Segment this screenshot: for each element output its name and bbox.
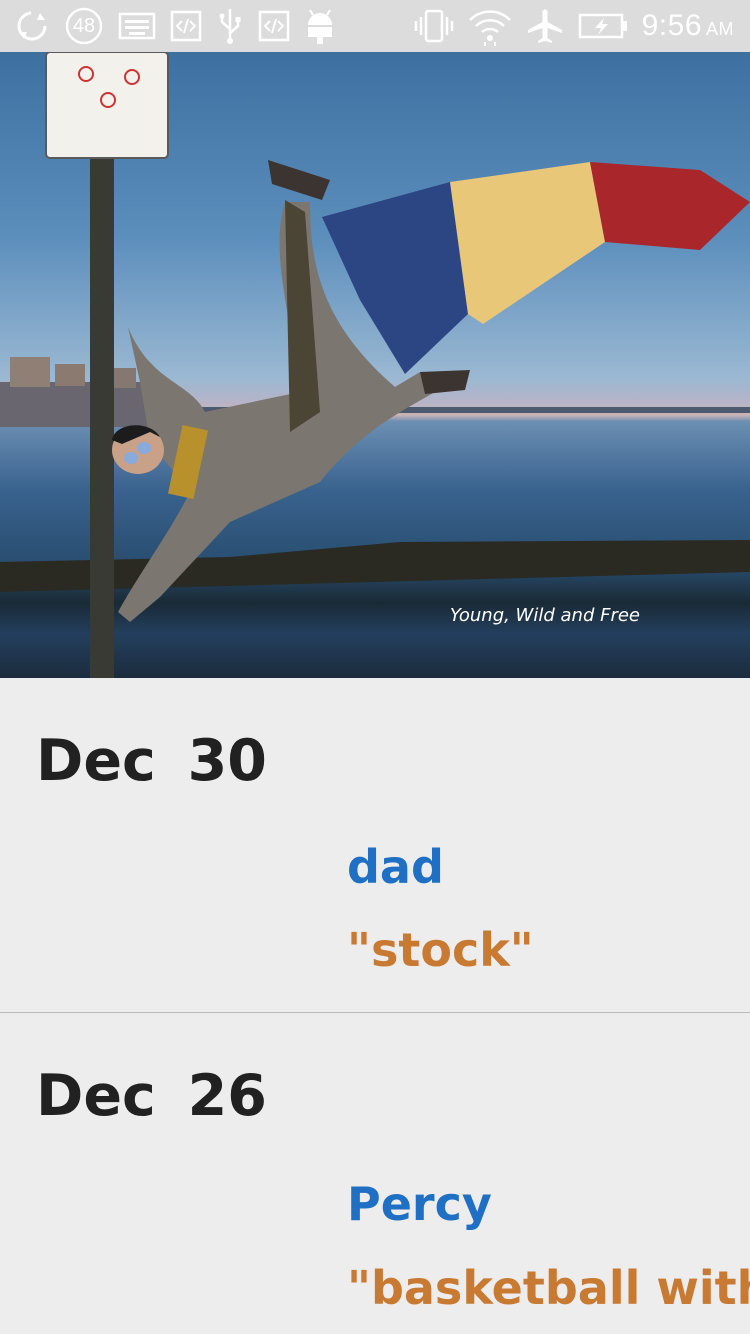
keyboard-icon [118, 0, 156, 52]
battery-charging-icon [578, 0, 628, 52]
entry-date: Dec 30 [36, 728, 267, 794]
vibrate-icon [414, 0, 454, 52]
header-photo: Young, Wild and Free [0, 52, 750, 678]
entry-name: dad [347, 840, 444, 894]
notification-count: 48 [72, 15, 96, 37]
sync-icon [14, 0, 50, 52]
usb-icon [216, 0, 244, 52]
entry-note: "basketball with [347, 1261, 750, 1315]
wifi-icon [468, 0, 512, 52]
android-icon [304, 0, 336, 52]
entry-date: Dec 26 [36, 1063, 267, 1129]
entry-note: "stock" [347, 923, 534, 977]
photo-caption: Young, Wild and Free [449, 605, 640, 626]
clock-time: 9:56 [641, 9, 702, 42]
status-bar: 48 9:56 AM [0, 0, 750, 52]
notification-count-icon: 48 [64, 0, 104, 52]
entry-name: Percy [347, 1177, 492, 1231]
clock-ampm: AM [706, 19, 734, 39]
list-item[interactable]: Dec 26 Percy "basketball with [0, 1013, 750, 1334]
clock: 9:56 AM [642, 9, 734, 43]
airplane-mode-icon [526, 0, 564, 52]
code-icon [170, 0, 202, 52]
list-item[interactable]: Dec 30 dad "stock" [0, 678, 750, 1012]
code-icon [258, 0, 290, 52]
